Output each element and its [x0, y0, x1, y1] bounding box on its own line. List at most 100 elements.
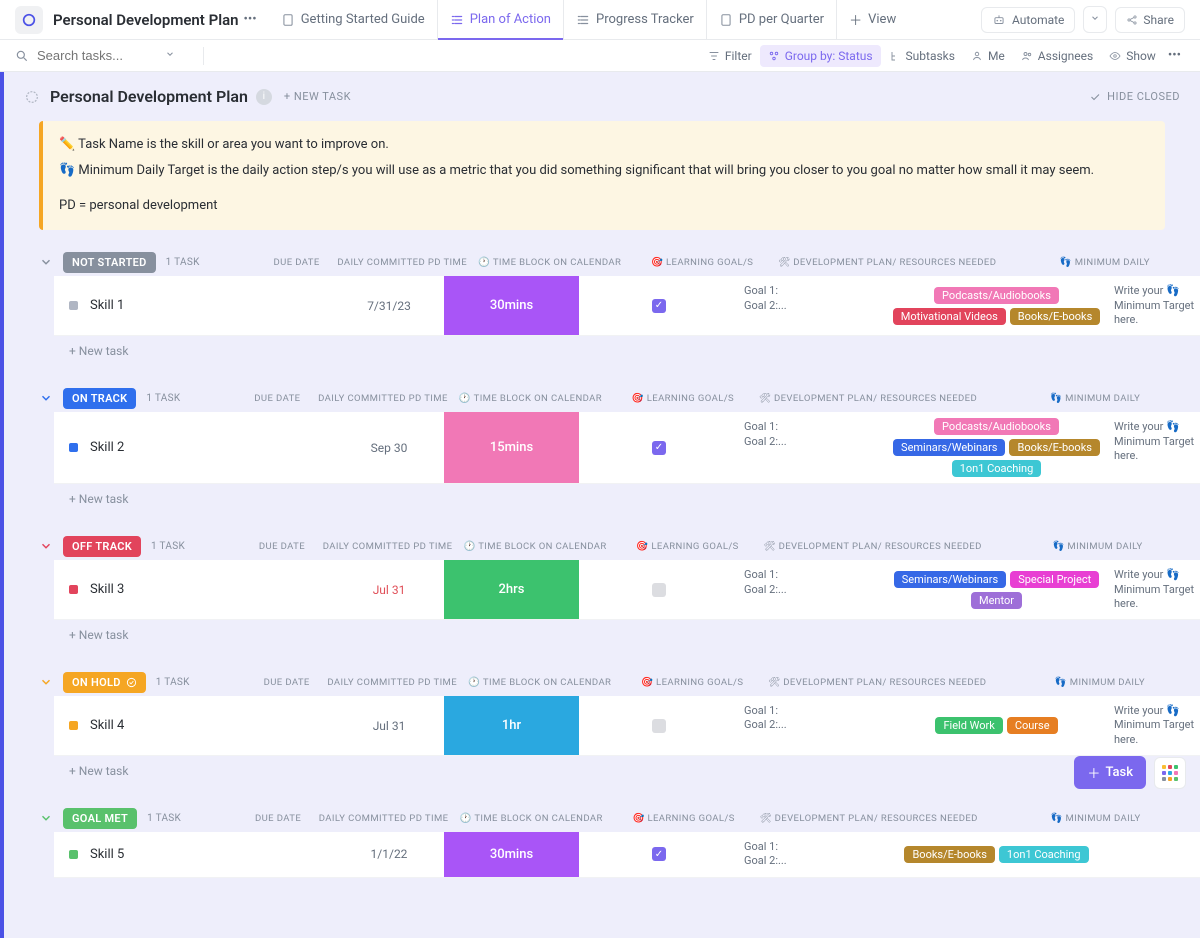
goals-cell[interactable]: Goal 1:Goal 2:... — [739, 560, 884, 619]
automate-button[interactable]: Automate — [981, 7, 1075, 33]
time-cell[interactable]: 1hr — [444, 696, 579, 755]
search-chevron[interactable] — [165, 48, 175, 63]
group-collapse-chevron[interactable] — [39, 390, 55, 406]
search-input[interactable] — [37, 48, 157, 63]
col-header-time[interactable]: DAILY COMMITTED PD TIME — [335, 257, 470, 268]
task-name-cell[interactable]: Skill 3 — [54, 560, 334, 619]
col-header-min[interactable]: 👣 MINIMUM DAILY — [980, 393, 1200, 404]
task-name-cell[interactable]: Skill 1 — [54, 276, 334, 335]
new-task-header-button[interactable]: + NEW TASK — [284, 90, 351, 103]
me-button[interactable]: Me — [963, 45, 1013, 67]
time-cell[interactable]: 15mins — [444, 412, 579, 483]
col-header-goals[interactable]: 🎯 LEARNING GOAL/S — [610, 393, 755, 404]
status-pill[interactable]: NOT STARTED — [63, 252, 156, 273]
task-name-cell[interactable]: Skill 2 — [54, 412, 334, 483]
tab-plan-of-action[interactable]: Plan of Action — [438, 0, 564, 39]
col-header-due[interactable]: DUE DATE — [200, 257, 335, 268]
group-collapse-chevron[interactable] — [39, 810, 55, 826]
status-pill[interactable]: ON TRACK — [63, 388, 136, 409]
col-header-calendar[interactable]: 🕐 TIME BLOCK ON CALENDAR — [470, 257, 630, 268]
resource-tag[interactable]: Podcasts/Audiobooks — [934, 418, 1059, 435]
goals-cell[interactable]: Goal 1:Goal 2:... — [739, 832, 884, 877]
col-header-calendar[interactable]: 🕐 TIME BLOCK ON CALENDAR — [460, 677, 620, 688]
status-square-icon[interactable] — [69, 443, 78, 452]
task-row[interactable]: Skill 5 1/1/22 30mins ✓ Goal 1:Goal 2:..… — [54, 832, 1200, 878]
due-date-cell[interactable]: 7/31/23 — [334, 276, 444, 335]
goals-cell[interactable]: Goal 1:Goal 2:... — [739, 412, 884, 483]
resource-tag[interactable]: Books/E-books — [1009, 439, 1099, 456]
due-date-cell[interactable]: Jul 31 — [334, 696, 444, 755]
automate-chevron[interactable] — [1083, 6, 1107, 33]
min-target-cell[interactable]: Write your 👣 Minimum Target here. — [1109, 696, 1200, 755]
resource-tag[interactable]: Seminars/Webinars — [893, 439, 1005, 456]
plan-cell[interactable]: Podcasts/Audiobooks Seminars/WebinarsBook… — [884, 412, 1109, 483]
col-header-min[interactable]: 👣 MINIMUM DAILY — [981, 813, 1200, 824]
status-square-icon[interactable] — [69, 301, 78, 310]
col-header-min[interactable]: 👣 MINIMUM DAILY — [985, 541, 1200, 552]
checkbox[interactable]: ✓ — [652, 847, 666, 861]
time-cell[interactable]: 30mins — [444, 832, 579, 877]
goals-cell[interactable]: Goal 1:Goal 2:... — [739, 276, 884, 335]
apps-fab[interactable] — [1154, 757, 1186, 789]
group-by-button[interactable]: Group by: Status — [760, 45, 881, 67]
col-header-time[interactable]: DAILY COMMITTED PD TIME — [316, 813, 451, 824]
time-cell[interactable]: 2hrs — [444, 560, 579, 619]
plan-cell[interactable]: Books/E-books1on1 Coaching — [884, 832, 1109, 877]
task-name-cell[interactable]: Skill 4 — [54, 696, 334, 755]
col-header-plan[interactable]: 🛠 DEVELOPMENT PLAN/ RESOURCES NEEDED — [755, 393, 980, 404]
col-header-due[interactable]: DUE DATE — [181, 813, 316, 824]
min-target-cell[interactable]: Write your 👣 Minimum Target here. — [1109, 412, 1200, 483]
checkbox[interactable] — [652, 719, 666, 733]
task-row[interactable]: Skill 4 Jul 31 1hr Goal 1:Goal 2:... Fie… — [54, 696, 1200, 756]
min-target-cell[interactable] — [1109, 832, 1200, 877]
status-pill[interactable]: GOAL MET — [63, 808, 137, 829]
new-task-button[interactable]: + New task — [4, 336, 1200, 366]
col-header-goals[interactable]: 🎯 LEARNING GOAL/S — [611, 813, 756, 824]
show-button[interactable]: Show — [1101, 45, 1164, 67]
status-square-icon[interactable] — [69, 850, 78, 859]
plan-cell[interactable]: Field WorkCourse — [884, 696, 1109, 755]
task-name-cell[interactable]: Skill 5 — [54, 832, 334, 877]
col-header-due[interactable]: DUE DATE — [185, 541, 320, 552]
calendar-cell[interactable] — [579, 560, 739, 619]
new-task-fab[interactable]: ＋ Task — [1074, 756, 1146, 789]
min-target-cell[interactable]: Write your 👣 Minimum Target here. — [1109, 276, 1200, 335]
col-header-time[interactable]: DAILY COMMITTED PD TIME — [320, 541, 455, 552]
checkbox[interactable]: ✓ — [652, 441, 666, 455]
new-task-button[interactable]: + New task — [4, 484, 1200, 514]
col-header-min[interactable]: 👣 MINIMUM DAILY — [990, 677, 1200, 688]
time-cell[interactable]: 30mins — [444, 276, 579, 335]
checkbox[interactable]: ✓ — [652, 299, 666, 313]
col-header-time[interactable]: DAILY COMMITTED PD TIME — [325, 677, 460, 688]
col-header-plan[interactable]: 🛠 DEVELOPMENT PLAN/ RESOURCES NEEDED — [775, 257, 1000, 268]
resource-tag[interactable]: Motivational Videos — [893, 308, 1006, 325]
col-header-plan[interactable]: 🛠 DEVELOPMENT PLAN/ RESOURCES NEEDED — [765, 677, 990, 688]
col-header-calendar[interactable]: 🕐 TIME BLOCK ON CALENDAR — [455, 541, 615, 552]
calendar-cell[interactable]: ✓ — [579, 276, 739, 335]
status-pill[interactable]: OFF TRACK — [63, 536, 141, 557]
due-date-cell[interactable]: Jul 31 — [334, 560, 444, 619]
col-header-calendar[interactable]: 🕐 TIME BLOCK ON CALENDAR — [450, 393, 610, 404]
col-header-time[interactable]: DAILY COMMITTED PD TIME — [315, 393, 450, 404]
resource-tag[interactable]: Books/E-books — [904, 846, 994, 863]
task-row[interactable]: Skill 3 Jul 31 2hrs Goal 1:Goal 2:... Se… — [54, 560, 1200, 620]
resource-tag[interactable]: Books/E-books — [1010, 308, 1100, 325]
resource-tag[interactable]: Seminars/Webinars — [894, 571, 1006, 588]
new-task-button[interactable]: + New task — [4, 620, 1200, 650]
resource-tag[interactable]: Field Work — [935, 717, 1002, 734]
subtasks-button[interactable]: Subtasks — [881, 45, 963, 67]
calendar-cell[interactable] — [579, 696, 739, 755]
min-target-cell[interactable]: Write your 👣 Minimum Target here. — [1109, 560, 1200, 619]
resource-tag[interactable]: Mentor — [971, 592, 1022, 609]
due-date-cell[interactable]: Sep 30 — [334, 412, 444, 483]
task-row[interactable]: Skill 2 Sep 30 15mins ✓ Goal 1:Goal 2:..… — [54, 412, 1200, 484]
tab-pd-per-quarter[interactable]: PD per Quarter — [707, 0, 837, 39]
plan-cell[interactable]: Seminars/WebinarsSpecial ProjectMentor — [884, 560, 1109, 619]
col-header-due[interactable]: DUE DATE — [190, 677, 325, 688]
due-date-cell[interactable]: 1/1/22 — [334, 832, 444, 877]
resource-tag[interactable]: Podcasts/Audiobooks — [934, 287, 1059, 304]
tab-progress-tracker[interactable]: Progress Tracker — [564, 0, 707, 39]
goals-cell[interactable]: Goal 1:Goal 2:... — [739, 696, 884, 755]
resource-tag[interactable]: 1on1 Coaching — [952, 460, 1042, 477]
assignees-button[interactable]: Assignees — [1013, 45, 1101, 67]
